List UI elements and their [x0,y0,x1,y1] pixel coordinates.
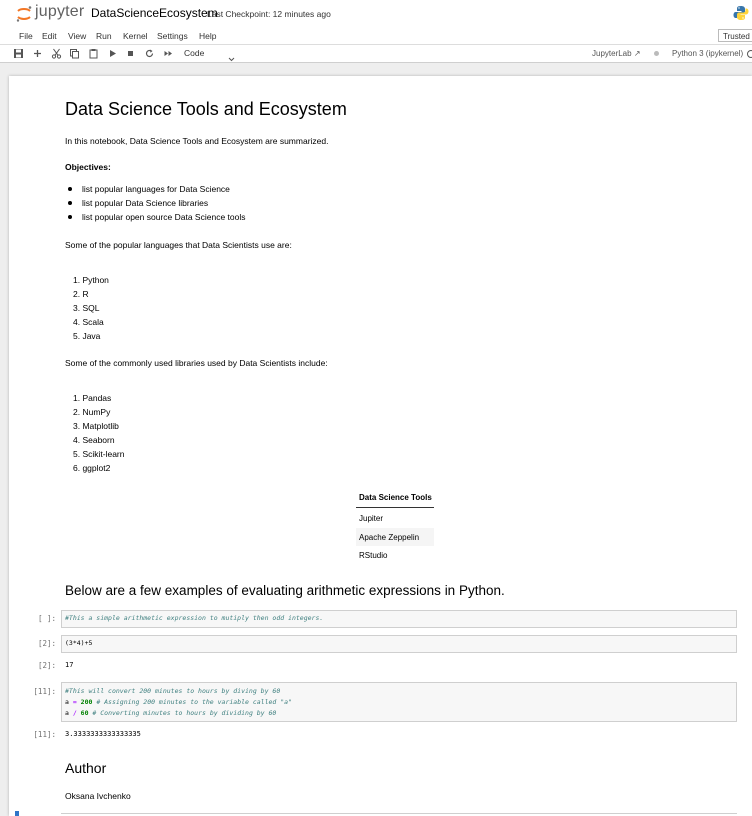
library-item: 6. ggplot2 [73,463,111,473]
objective-item: list popular open source Data Science to… [82,212,246,222]
jupyter-logo-text[interactable]: jupyter [35,3,84,21]
bullet-icon [68,187,72,191]
library-item: 1. Pandas [73,393,112,403]
libraries-intro: Some of the commonly used libraries used… [65,358,328,368]
restart-icon[interactable] [144,48,155,59]
jupyter-logo-icon[interactable] [15,5,33,23]
code-cell-2[interactable] [61,635,737,653]
objective-item: list popular languages for Data Science [82,184,230,194]
author-heading: Author [65,760,107,776]
intro-text: In this notebook, Data Science Tools and… [65,136,329,146]
cell-prompt: [2]: [37,639,56,648]
menu-bar: File Edit View Run Kernel Settings Help [0,28,752,45]
chevron-down-icon[interactable] [228,50,235,62]
kernel-name[interactable]: Python 3 (ipykernel) [672,49,743,58]
library-item: 4. Seaborn [73,435,115,445]
library-item: 5. Scikit-learn [73,449,125,459]
code-var: a [65,709,73,717]
menu-kernel[interactable]: Kernel [123,31,148,41]
arithmetic-heading: Below are a few examples of evaluating a… [65,583,505,598]
open-jupyterlab-link[interactable]: JupyterLab ↗ [592,49,641,58]
code-line: a = 200 # Assigning 200 minutes to the v… [65,698,292,706]
menu-edit[interactable]: Edit [42,31,57,41]
paste-icon[interactable] [88,48,99,59]
language-item: 3. SQL [73,303,100,313]
objectives-label: Objectives: [65,162,111,172]
output-prompt: [2]: [37,661,56,670]
code-line: a / 60 # Converting minutes to hours by … [65,709,276,717]
bullet-icon [68,215,72,219]
menu-run[interactable]: Run [96,31,112,41]
objective-item: list popular Data Science libraries [82,198,209,208]
save-icon[interactable] [13,48,24,59]
cell-prompt: [ ]: [37,614,56,623]
add-cell-icon[interactable] [32,48,43,59]
table-divider [356,507,434,508]
menu-settings[interactable]: Settings [157,31,188,41]
top-bar: jupyter DataScienceEcosystem Last Checkp… [0,0,752,28]
code-number: 60 [76,709,89,717]
cut-icon[interactable] [51,48,62,59]
language-item: 2. R [73,289,89,299]
library-item: 2. NumPy [73,407,111,417]
cell-prompt: [11]: [33,687,56,696]
copy-icon[interactable] [69,48,80,59]
code-comment: #This will convert 200 minutes to hours … [65,687,281,695]
run-icon[interactable] [107,48,118,59]
code-comment: # Assigning 200 minutes to the variable … [92,698,292,706]
language-item: 5. Java [73,331,101,341]
code-comment: #This a simple arithmetic expression to … [65,614,324,622]
python-logo-icon [733,5,749,21]
trusted-indicator[interactable]: Trusted [718,29,752,42]
cell-output: 3.3333333333333335 [65,730,141,738]
page-title: Data Science Tools and Ecosystem [65,99,347,119]
table-cell: RStudio [359,551,388,560]
notebook-title[interactable]: DataScienceEcosystem [91,6,218,20]
code-var: a [65,698,73,706]
active-cell-indicator [15,811,19,816]
menu-help[interactable]: Help [199,31,216,41]
output-prompt: [11]: [33,730,56,739]
cell-output: 17 [65,661,74,669]
jupyterlab-label: JupyterLab [592,49,632,58]
stop-icon[interactable] [125,48,136,59]
languages-intro: Some of the popular languages that Data … [65,240,292,250]
table-cell: Jupiter [359,514,384,523]
menu-file[interactable]: File [19,31,33,41]
checkpoint-status: Last Checkpoint: 12 minutes ago [207,9,331,19]
code-number: 200 [76,698,93,706]
external-link-icon: ↗ [633,49,641,58]
language-item: 4. Scala [73,317,104,327]
library-item: 3. Matplotlib [73,421,119,431]
menu-view[interactable]: View [68,31,86,41]
tools-table-header: Data Science Tools [359,493,432,502]
notebook-toolbar: Code JupyterLab ↗ Python 3 (ipykernel) [0,45,752,63]
author-name: Oksana Ivchenko [65,791,131,801]
next-cell-edge[interactable] [61,813,737,814]
fast-forward-icon[interactable] [163,48,174,59]
language-item: 1. Python [73,275,109,285]
table-cell: Apache Zeppelin [359,533,420,542]
code-line: (3*4)+5 [65,639,93,647]
code-comment: # Converting minutes to hours by dividin… [88,709,277,717]
bullet-icon [68,201,72,205]
kernel-idle-icon [747,50,752,58]
cell-type-select[interactable]: Code [184,48,204,58]
kernel-status-icon [654,51,659,56]
